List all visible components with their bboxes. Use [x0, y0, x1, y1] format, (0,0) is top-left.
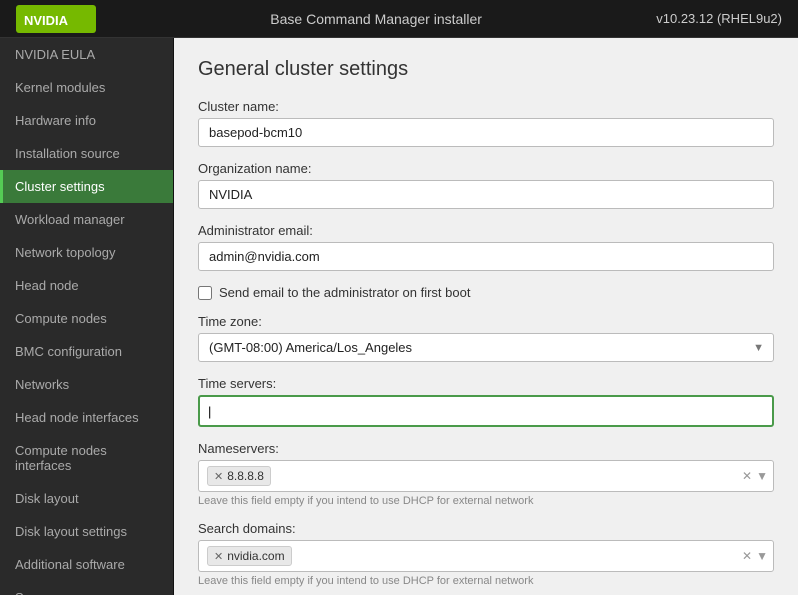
sidebar-item-cluster-settings[interactable]: Cluster settings: [0, 170, 173, 203]
sidebar-item-head-node[interactable]: Head node: [0, 269, 173, 302]
org-name-group: Organization name:: [198, 161, 774, 209]
sidebar: NVIDIA EULA Kernel modules Hardware info…: [0, 38, 174, 595]
logo-area: NVIDIA: [16, 5, 96, 33]
nameservers-label: Nameservers:: [198, 441, 774, 456]
search-domains-input-wrapper[interactable]: ✕ nvidia.com: [198, 540, 774, 572]
admin-email-label: Administrator email:: [198, 223, 774, 238]
tag-value: 8.8.8.8: [227, 469, 264, 483]
sidebar-item-network-topology[interactable]: Network topology: [0, 236, 173, 269]
nvidia-logo-icon: NVIDIA: [16, 5, 96, 33]
nameservers-controls: ✕ ▼: [742, 469, 768, 483]
sidebar-item-disk-layout[interactable]: Disk layout: [0, 482, 173, 515]
nameservers-clear-btn[interactable]: ✕: [742, 469, 752, 483]
sidebar-item-hardware-info[interactable]: Hardware info: [0, 104, 173, 137]
cluster-name-group: Cluster name:: [198, 99, 774, 147]
search-domains-label: Search domains:: [198, 521, 774, 536]
timezone-group: Time zone: (GMT-08:00) America/Los_Angel…: [198, 314, 774, 362]
sidebar-item-additional-software[interactable]: Additional software: [0, 548, 173, 581]
sidebar-item-head-node-interfaces[interactable]: Head node interfaces: [0, 401, 173, 434]
nameservers-dropdown-btn[interactable]: ▼: [756, 469, 768, 483]
admin-email-group: Administrator email:: [198, 223, 774, 271]
nameservers-input-wrapper[interactable]: ✕ 8.8.8.8: [198, 460, 774, 492]
page-title: General cluster settings: [198, 58, 774, 81]
nameserver-tag-8888: ✕ 8.8.8.8: [207, 466, 271, 486]
send-email-checkbox[interactable]: [198, 286, 212, 300]
nameservers-group: Nameservers: ✕ 8.8.8.8 ✕ ▼ Leave this f: [198, 441, 774, 507]
send-email-row: Send email to the administrator on first…: [198, 285, 774, 300]
cluster-name-label: Cluster name:: [198, 99, 774, 114]
content-area: General cluster settings Cluster name: O…: [174, 38, 798, 595]
search-domains-input[interactable]: [296, 549, 765, 564]
org-name-label: Organization name:: [198, 161, 774, 176]
time-servers-input-wrapper[interactable]: [198, 395, 774, 427]
app-header: NVIDIA Base Command Manager installer v1…: [0, 0, 798, 38]
nameservers-input[interactable]: [275, 469, 765, 484]
svg-text:NVIDIA: NVIDIA: [24, 13, 69, 28]
time-servers-input[interactable]: [208, 404, 764, 419]
tag-remove-icon[interactable]: ✕: [214, 550, 223, 563]
search-domains-clear-btn[interactable]: ✕: [742, 549, 752, 563]
tag-value: nvidia.com: [227, 549, 284, 563]
sidebar-item-compute-nodes[interactable]: Compute nodes: [0, 302, 173, 335]
header-version: v10.23.12 (RHEL9u2): [656, 11, 782, 26]
timezone-select[interactable]: (GMT-08:00) America/Los_Angeles: [198, 333, 774, 362]
nameservers-input-outer: ✕ 8.8.8.8 ✕ ▼: [198, 460, 774, 492]
search-domains-input-outer: ✕ nvidia.com ✕ ▼: [198, 540, 774, 572]
search-domains-group: Search domains: ✕ nvidia.com ✕ ▼ Leave: [198, 521, 774, 587]
send-email-label: Send email to the administrator on first…: [219, 285, 470, 300]
admin-email-input[interactable]: [198, 242, 774, 271]
sidebar-item-networks[interactable]: Networks: [0, 368, 173, 401]
cluster-name-input[interactable]: [198, 118, 774, 147]
time-servers-label: Time servers:: [198, 376, 774, 391]
search-domains-dropdown-btn[interactable]: ▼: [756, 549, 768, 563]
search-domains-helper: Leave this field empty if you intend to …: [198, 575, 774, 587]
search-domains-controls: ✕ ▼: [742, 549, 768, 563]
main-layout: NVIDIA EULA Kernel modules Hardware info…: [0, 38, 798, 595]
search-domain-tag-nvidia: ✕ nvidia.com: [207, 546, 292, 566]
timezone-label: Time zone:: [198, 314, 774, 329]
timezone-select-wrapper: (GMT-08:00) America/Los_Angeles ▼: [198, 333, 774, 362]
sidebar-item-installation-source[interactable]: Installation source: [0, 137, 173, 170]
sidebar-item-disk-layout-settings[interactable]: Disk layout settings: [0, 515, 173, 548]
sidebar-item-compute-nodes-interfaces[interactable]: Compute nodes interfaces: [0, 434, 173, 482]
sidebar-item-kernel-modules[interactable]: Kernel modules: [0, 71, 173, 104]
sidebar-item-nvidia-eula[interactable]: NVIDIA EULA: [0, 38, 173, 71]
tag-remove-icon[interactable]: ✕: [214, 470, 223, 483]
sidebar-item-summary[interactable]: Summary: [0, 581, 173, 595]
org-name-input[interactable]: [198, 180, 774, 209]
sidebar-item-bmc-configuration[interactable]: BMC configuration: [0, 335, 173, 368]
header-title: Base Command Manager installer: [270, 11, 482, 27]
time-servers-group: Time servers:: [198, 376, 774, 427]
nameservers-helper: Leave this field empty if you intend to …: [198, 495, 774, 507]
content-inner: General cluster settings Cluster name: O…: [174, 38, 798, 595]
sidebar-item-workload-manager[interactable]: Workload manager: [0, 203, 173, 236]
